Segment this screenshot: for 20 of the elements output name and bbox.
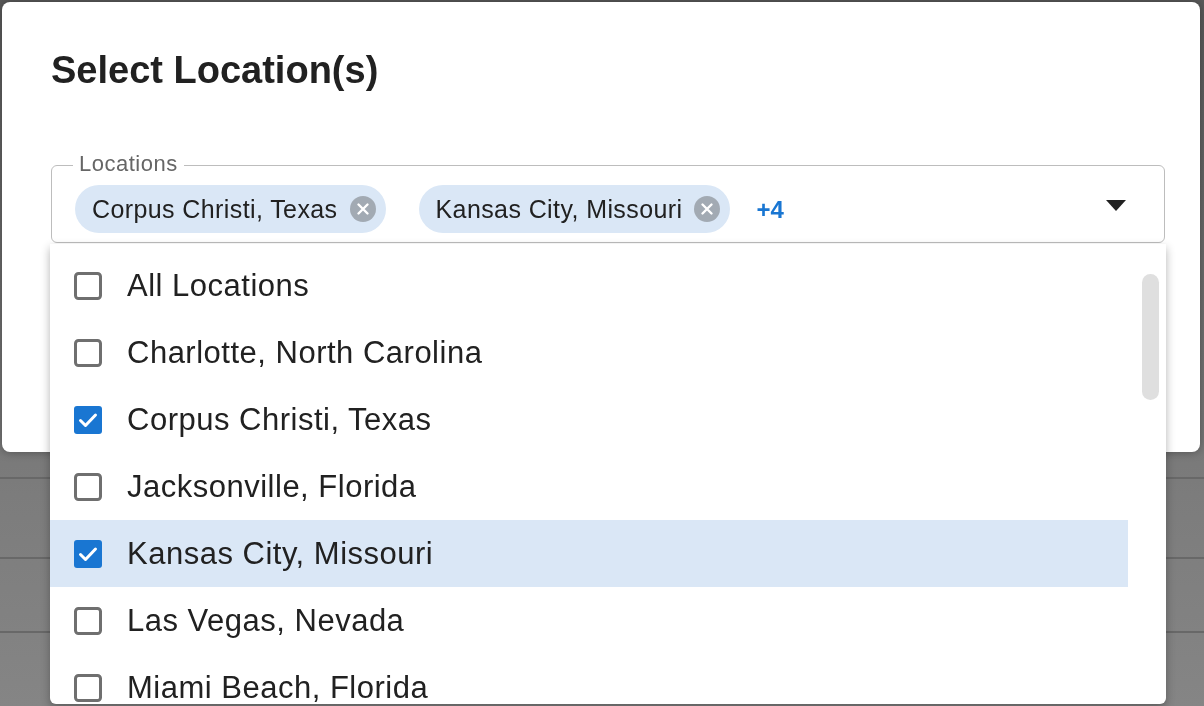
checkbox-icon[interactable] <box>74 271 102 300</box>
option-item[interactable]: Charlotte, North Carolina <box>50 319 1128 386</box>
checked-checkbox-icon[interactable] <box>74 539 102 568</box>
checkbox-icon[interactable] <box>74 472 102 501</box>
more-count[interactable]: +4 <box>756 196 784 224</box>
dialog-title: Select Location(s) <box>51 48 379 93</box>
checkbox-icon[interactable] <box>74 673 102 702</box>
checked-checkbox-icon[interactable] <box>74 405 102 434</box>
option-item[interactable]: Miami Beach, Florida <box>50 654 1128 704</box>
option-item[interactable]: Kansas City, Missouri <box>50 520 1128 587</box>
checkbox-icon[interactable] <box>74 606 102 635</box>
option-item[interactable]: Jacksonville, Florida <box>50 453 1128 520</box>
option-item[interactable]: All Locations <box>50 252 1128 319</box>
scrollbar-thumb[interactable] <box>1142 274 1159 400</box>
location-chip[interactable]: Corpus Christi, Texas <box>75 185 386 233</box>
option-item[interactable]: Las Vegas, Nevada <box>50 587 1128 654</box>
caret-down-icon[interactable] <box>1106 199 1126 211</box>
location-chip[interactable]: Kansas City, Missouri <box>418 185 731 233</box>
option-item[interactable]: Corpus Christi, Texas <box>50 386 1128 453</box>
checkbox-icon[interactable] <box>74 338 102 367</box>
